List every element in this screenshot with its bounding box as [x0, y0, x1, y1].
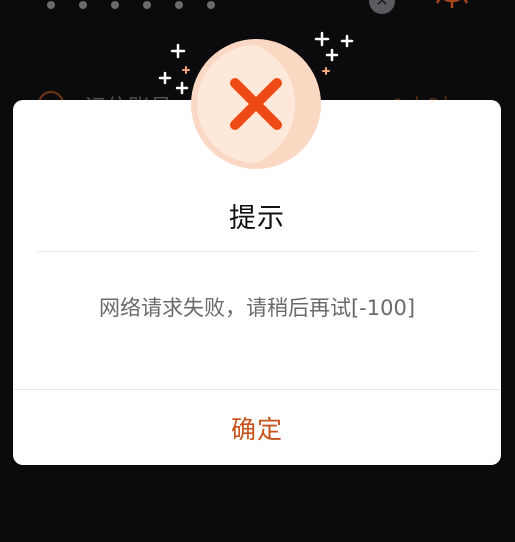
password-dot [207, 1, 215, 9]
password-dot [111, 1, 119, 9]
title-divider [37, 251, 477, 252]
error-x-icon [191, 39, 321, 169]
eye-icon [435, 0, 469, 8]
clear-icon: ✕ [369, 0, 395, 14]
dialog-message: 网络请求失败，请稍后再试[-100] [98, 296, 416, 320]
password-dot [79, 1, 87, 9]
confirm-button[interactable]: 确定 [13, 390, 501, 465]
password-dot [47, 1, 55, 9]
dialog-title: 提示 [229, 203, 285, 234]
password-dot [175, 1, 183, 9]
password-dots [47, 0, 215, 9]
password-dot [143, 1, 151, 9]
